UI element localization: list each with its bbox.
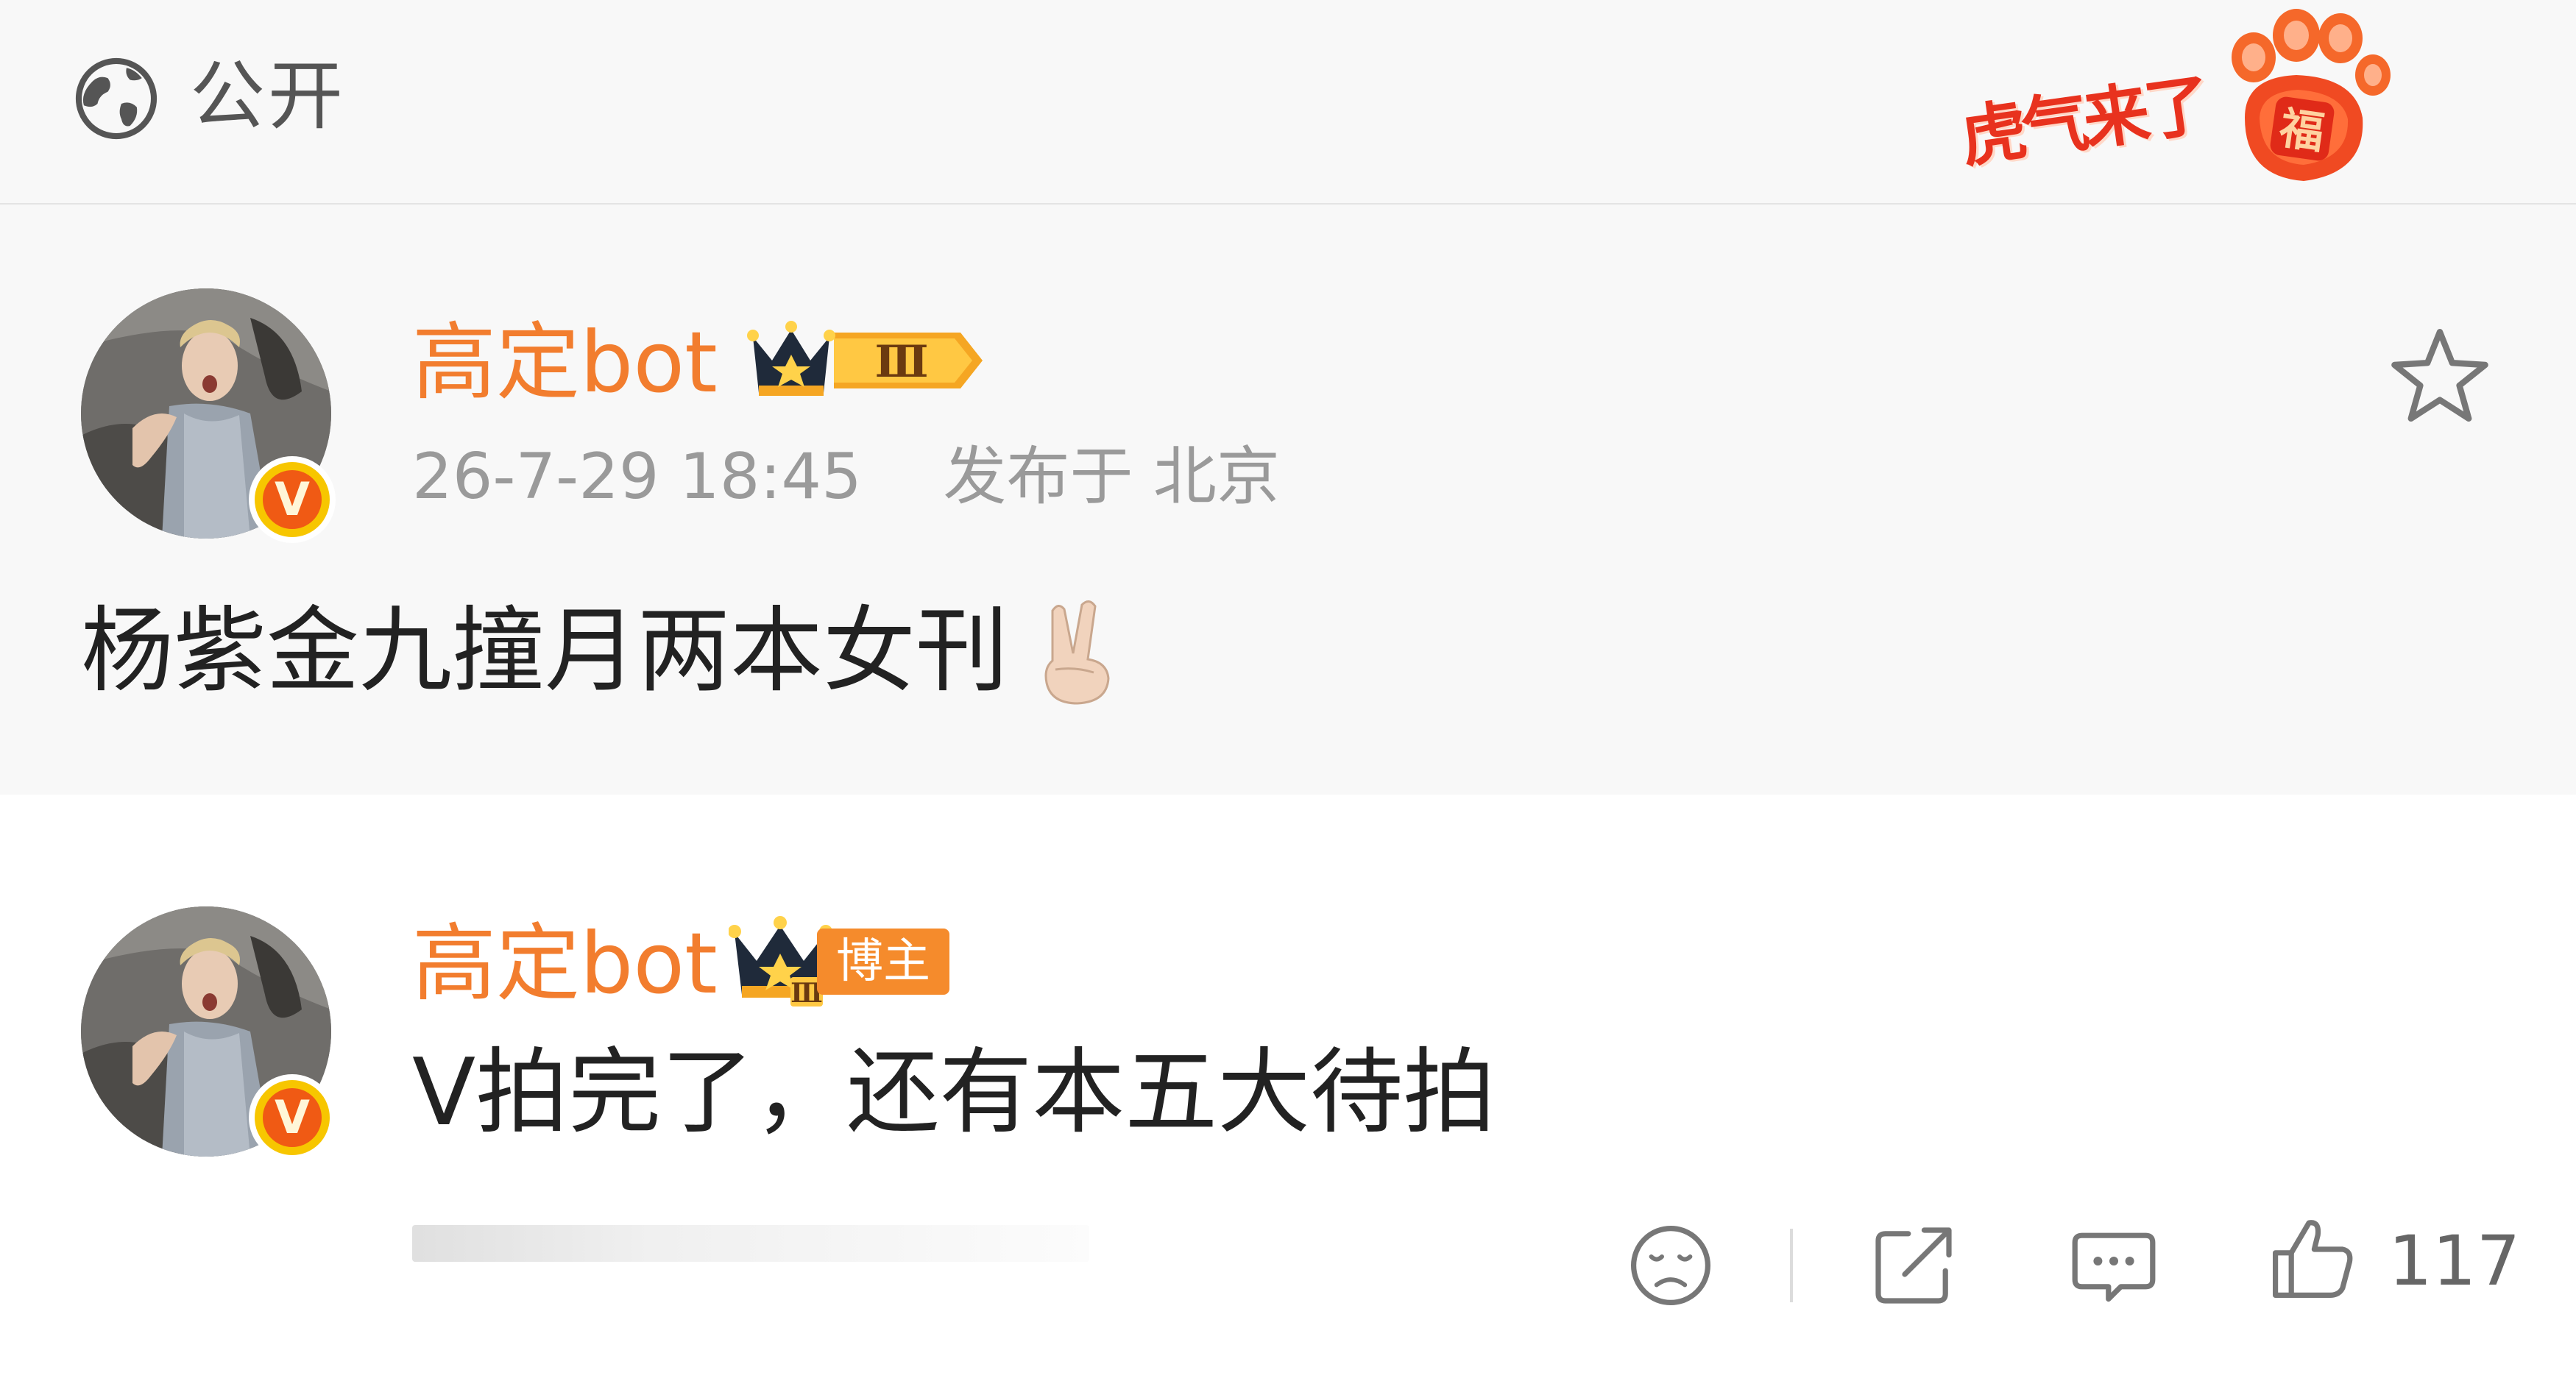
blurred-content bbox=[412, 1225, 1089, 1262]
like-count: 117 bbox=[2388, 1221, 2521, 1302]
post-timestamp: 26-7-29 18:45 bbox=[412, 440, 862, 514]
comment-bubble-icon[interactable] bbox=[2070, 1221, 2158, 1310]
verified-badge: V bbox=[249, 1074, 336, 1161]
paw-fortune-char: 福 bbox=[2276, 102, 2327, 160]
post-username[interactable]: 高定bot bbox=[412, 315, 718, 411]
crown-icon: Ⅲ bbox=[729, 916, 832, 1008]
festival-badge[interactable]: 虎气来了 福 bbox=[1950, 7, 2392, 191]
paw-icon: 福 bbox=[2232, 9, 2391, 181]
host-tag: 博主 bbox=[817, 929, 949, 995]
comment-card: V 高定bot Ⅲ 博主 V拍完了，还有本五大待拍 117 bbox=[0, 795, 2576, 1381]
thumbs-up-icon[interactable] bbox=[2268, 1214, 2357, 1302]
comment-text: V拍完了，还有本五大待拍 bbox=[412, 1038, 1496, 1146]
comment-username[interactable]: 高定bot bbox=[412, 916, 718, 1012]
visibility-label[interactable]: 公开 bbox=[190, 53, 346, 141]
star-outline-icon[interactable] bbox=[2388, 324, 2491, 427]
post-location: 发布于 北京 bbox=[943, 440, 1280, 514]
action-divider bbox=[1790, 1229, 1793, 1302]
post-text: 杨紫金九撞月两本女刊 bbox=[81, 597, 1008, 705]
verified-badge: V bbox=[249, 456, 336, 543]
sad-face-icon[interactable] bbox=[1627, 1221, 1715, 1310]
level-numeral: Ⅲ bbox=[874, 336, 928, 388]
crown-host-badge[interactable]: Ⅲ 博主 bbox=[729, 912, 957, 1008]
post-body: 杨紫金九撞月两本女刊 bbox=[81, 596, 1119, 706]
post-meta: 26-7-29 18:45 发布于 北京 bbox=[412, 440, 1280, 514]
festival-text: 虎气来了 bbox=[1956, 66, 2212, 177]
visibility-bar: 公开 虎气来了 福 bbox=[0, 0, 2576, 205]
post-avatar[interactable]: V bbox=[81, 288, 336, 543]
post-card: V 高定bot Ⅲ 26-7-29 18:45 发布于 北京 杨紫金九撞月两本女… bbox=[0, 206, 2576, 795]
share-icon[interactable] bbox=[1869, 1221, 1958, 1310]
globe-icon bbox=[75, 57, 158, 140]
comment-avatar[interactable]: V bbox=[81, 906, 336, 1161]
victory-hand-emoji bbox=[1044, 600, 1110, 705]
crown-level-badge[interactable]: Ⅲ bbox=[747, 316, 983, 405]
